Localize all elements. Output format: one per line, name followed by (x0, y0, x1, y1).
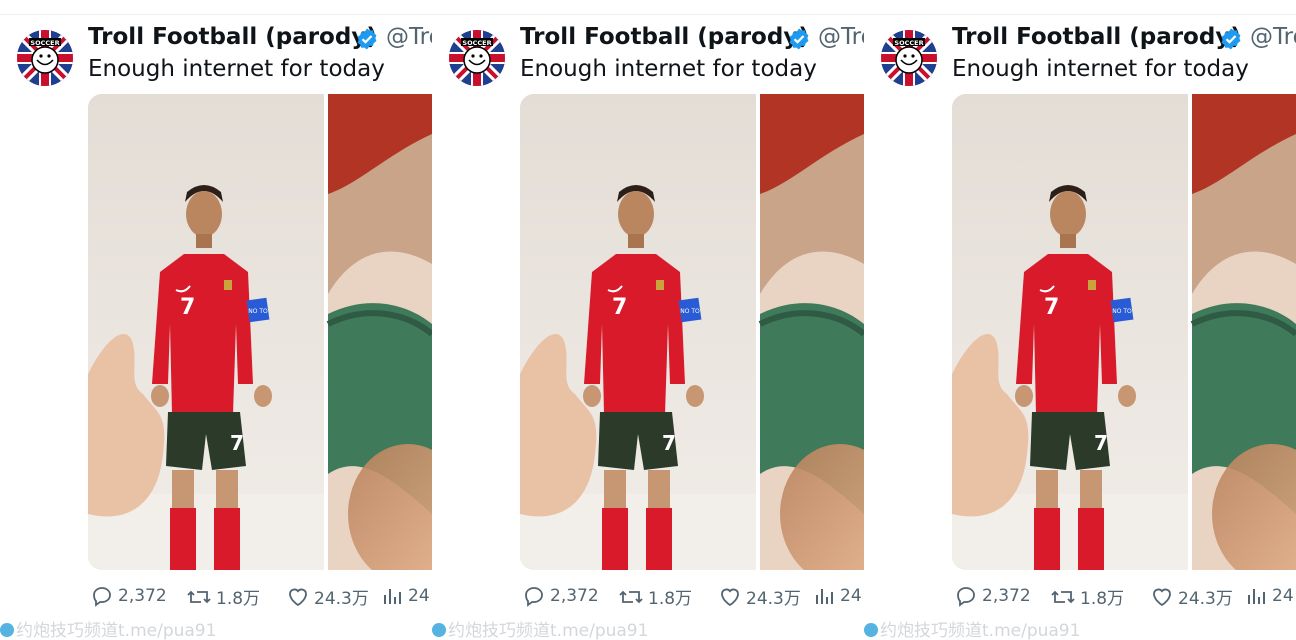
divider (0, 14, 432, 15)
reply-icon (957, 587, 975, 607)
socks (170, 508, 196, 570)
socks (602, 508, 628, 570)
tweet-media[interactable]: NO TO 7 7 (952, 94, 1296, 570)
reply-button[interactable]: 2,372 (522, 584, 599, 608)
view-count: 24 (840, 586, 862, 606)
tweet-media[interactable]: NO TO 7 7 (88, 94, 432, 570)
like-button[interactable]: 24.3万 (718, 584, 801, 609)
figure-head (618, 191, 654, 237)
heart-icon (289, 588, 307, 606)
avatar-text: SOCCER (462, 39, 491, 47)
telegram-icon (864, 623, 878, 637)
views-button[interactable]: 24 (814, 584, 862, 608)
tweet-text: Enough internet for today (88, 56, 385, 82)
retweet-count: 1.8万 (216, 589, 261, 609)
views-icon (384, 589, 401, 604)
tweet-text: Enough internet for today (952, 56, 1249, 82)
watermark-text: 约炮技巧频道t.me/pua91 (16, 621, 217, 640)
reply-count: 2,372 (550, 586, 599, 606)
retweet-button[interactable]: 1.8万 (618, 584, 692, 609)
reply-count: 2,372 (118, 586, 167, 606)
like-count: 24.3万 (314, 589, 369, 609)
armband-text: NO TO (1112, 308, 1132, 315)
heart-icon (1153, 588, 1171, 606)
figure-head (186, 191, 222, 237)
avatar[interactable]: SOCCER (449, 30, 505, 86)
shorts-number: 7 (662, 431, 676, 455)
retweet-count: 1.8万 (1080, 589, 1125, 609)
watermark: 约炮技巧频道t.me/pua91 (432, 616, 648, 640)
jersey-number: 7 (1044, 295, 1059, 320)
view-count: 24 (1272, 586, 1294, 606)
figure-head (1050, 191, 1086, 237)
tweet-panel-3: SOCCER Troll Football (parody) @Tro Enou… (864, 0, 1296, 640)
retweet-icon (619, 590, 643, 603)
tweet-text: Enough internet for today (520, 56, 817, 82)
like-button[interactable]: 24.3万 (286, 584, 369, 609)
verified-badge-icon (357, 28, 377, 50)
verified-badge-icon (1221, 28, 1241, 50)
reply-button[interactable]: 2,372 (954, 584, 1031, 608)
watermark: 约炮技巧频道t.me/pua91 (864, 616, 1080, 640)
like-button[interactable]: 24.3万 (1150, 584, 1233, 609)
reply-icon (525, 587, 543, 607)
shorts-number: 7 (1094, 431, 1108, 455)
armband-text: NO TO (248, 308, 268, 315)
handle[interactable]: @Tro (818, 24, 864, 50)
reply-count: 2,372 (982, 586, 1031, 606)
telegram-icon (0, 623, 14, 637)
retweet-icon (1051, 590, 1075, 603)
views-button[interactable]: 24 (382, 584, 430, 608)
like-count: 24.3万 (1178, 589, 1233, 609)
like-count: 24.3万 (746, 589, 801, 609)
view-count: 24 (408, 586, 430, 606)
handle[interactable]: @Tro (386, 24, 432, 50)
verified-badge-icon (789, 28, 809, 50)
socks (1034, 508, 1060, 570)
avatar-text: SOCCER (894, 39, 923, 47)
views-icon (1248, 589, 1265, 604)
divider (432, 14, 864, 15)
display-name[interactable]: Troll Football (parody) (952, 24, 1241, 50)
avatar[interactable]: SOCCER (17, 30, 73, 86)
reply-icon (93, 587, 111, 607)
reply-button[interactable]: 2,372 (90, 584, 167, 608)
divider (864, 14, 1296, 15)
watermark: 约炮技巧频道t.me/pua91 (0, 616, 216, 640)
display-name[interactable]: Troll Football (parody) (520, 24, 809, 50)
jersey-number: 7 (180, 295, 195, 320)
retweet-count: 1.8万 (648, 589, 693, 609)
heart-icon (721, 588, 739, 606)
armband-text: NO TO (680, 308, 700, 315)
tweet-media[interactable]: NO TO 7 7 (520, 94, 864, 570)
handle[interactable]: @Tro (1250, 24, 1296, 50)
jersey-number: 7 (612, 295, 627, 320)
watermark-text: 约炮技巧频道t.me/pua91 (448, 621, 649, 640)
views-button[interactable]: 24 (1246, 584, 1294, 608)
retweet-button[interactable]: 1.8万 (1050, 584, 1124, 609)
shorts-number: 7 (230, 431, 244, 455)
tweet-panel-1: SOCCER Troll Football (parody) @Tro Enou… (0, 0, 432, 640)
telegram-icon (432, 623, 446, 637)
retweet-icon (187, 590, 211, 603)
retweet-button[interactable]: 1.8万 (186, 584, 260, 609)
avatar[interactable]: SOCCER (881, 30, 937, 86)
watermark-text: 约炮技巧频道t.me/pua91 (880, 621, 1081, 640)
tweet-panel-2: SOCCER Troll Football (parody) @Tro Enou… (432, 0, 864, 640)
display-name[interactable]: Troll Football (parody) (88, 24, 377, 50)
avatar-text: SOCCER (30, 39, 59, 47)
views-icon (816, 589, 833, 604)
